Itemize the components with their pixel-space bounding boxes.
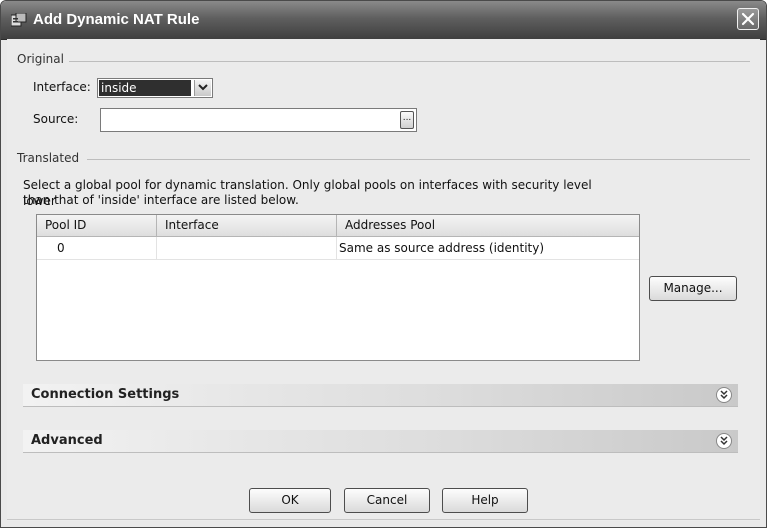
interface-select-value: inside [99, 80, 191, 96]
interface-label: Interface: [33, 80, 91, 94]
translated-group-divider [87, 159, 750, 160]
column-header-pool-id[interactable]: Pool ID [37, 215, 157, 236]
global-pool-table[interactable]: Pool ID Interface Addresses Pool 0 Same … [36, 214, 640, 361]
table-row[interactable]: 0 Same as source address (identity) [37, 237, 639, 260]
translated-group-label: Translated [17, 151, 86, 165]
dialog-body: Original Interface: inside Source: ... T… [7, 39, 760, 521]
expand-icon[interactable] [716, 433, 732, 449]
app-icon [10, 12, 27, 27]
advanced-title: Advanced [31, 433, 103, 448]
advanced-section[interactable]: Advanced [23, 430, 738, 453]
original-group-divider [69, 61, 750, 62]
column-header-interface[interactable]: Interface [157, 215, 337, 236]
footer-divider [7, 519, 760, 520]
help-button[interactable]: Help [442, 488, 528, 513]
cell-pool-id: 0 [37, 237, 157, 259]
table-header: Pool ID Interface Addresses Pool [37, 215, 639, 237]
column-header-addresses-pool[interactable]: Addresses Pool [337, 215, 639, 236]
source-label: Source: [33, 112, 79, 126]
chevron-down-icon[interactable] [194, 80, 211, 96]
window-title: Add Dynamic NAT Rule [33, 11, 200, 28]
close-icon [741, 12, 755, 26]
translated-description-line2: than that of 'inside' interface are list… [23, 193, 299, 207]
cell-interface [157, 237, 337, 259]
manage-button[interactable]: Manage... [649, 276, 737, 301]
source-input[interactable]: ... [100, 108, 417, 132]
expand-icon[interactable] [716, 387, 732, 403]
title-bar[interactable]: Add Dynamic NAT Rule [1, 1, 766, 40]
original-group-label: Original [17, 52, 70, 66]
ok-button[interactable]: OK [249, 488, 331, 513]
cell-addresses-pool: Same as source address (identity) [339, 241, 545, 255]
add-dynamic-nat-rule-dialog: Add Dynamic NAT Rule Original Interface:… [0, 0, 767, 528]
cancel-button[interactable]: Cancel [344, 488, 430, 513]
source-browse-button[interactable]: ... [400, 111, 414, 129]
connection-settings-title: Connection Settings [31, 387, 180, 402]
connection-settings-section[interactable]: Connection Settings [23, 384, 738, 407]
interface-select[interactable]: inside [97, 78, 213, 98]
close-button[interactable] [737, 8, 759, 30]
